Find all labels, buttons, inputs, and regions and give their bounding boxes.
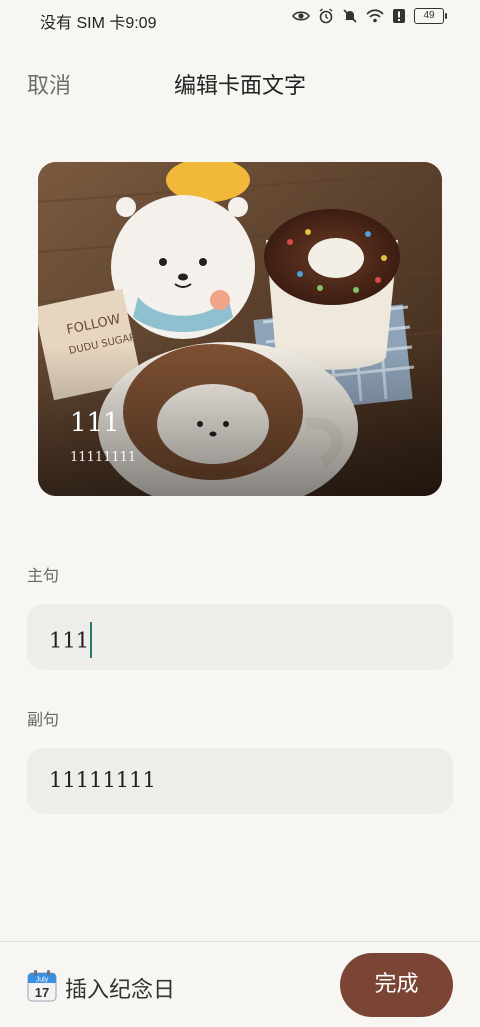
card-main-text: 111 (70, 408, 120, 438)
main-text-value: 111 (49, 628, 90, 653)
card-sub-text: 11111111 (70, 450, 137, 465)
calendar-month-text: July (36, 977, 49, 984)
insert-anniversary-button[interactable]: July 17 插入纪念日 (27, 970, 175, 1006)
insert-anniversary-label: 插入纪念日 (65, 978, 176, 1003)
battery-icon: 49 (414, 8, 447, 24)
sub-text-value: 11111111 (49, 768, 156, 792)
mute-icon (342, 8, 358, 24)
sub-label: 副句 (27, 710, 60, 729)
header: 取消 编辑卡面文字 (0, 64, 480, 104)
wifi-icon (366, 9, 384, 23)
text-caret (90, 622, 93, 658)
status-icons: 49 (292, 8, 447, 24)
sub-text-input[interactable]: 11111111 (27, 748, 453, 814)
alert-icon (392, 8, 406, 24)
alarm-icon (318, 8, 334, 24)
eye-icon (292, 9, 310, 23)
calendar-icon: July 17 (27, 970, 57, 1006)
card-preview: FOLLOW DUDU SUGAR 111 11111111 (38, 162, 442, 496)
main-text-input[interactable]: 111 (27, 604, 453, 670)
status-bar: 没有 SIM 卡9:09 49 (0, 0, 480, 36)
page-title: 编辑卡面文字 (173, 74, 306, 99)
status-carrier-time: 没有 SIM 卡9:09 (40, 15, 157, 32)
card-photo: FOLLOW DUDU SUGAR (38, 162, 442, 496)
calendar-day-text: 17 (35, 985, 49, 1000)
footer-divider (0, 941, 480, 942)
main-label: 主句 (27, 566, 60, 585)
done-button[interactable]: 完成 (340, 953, 453, 1017)
